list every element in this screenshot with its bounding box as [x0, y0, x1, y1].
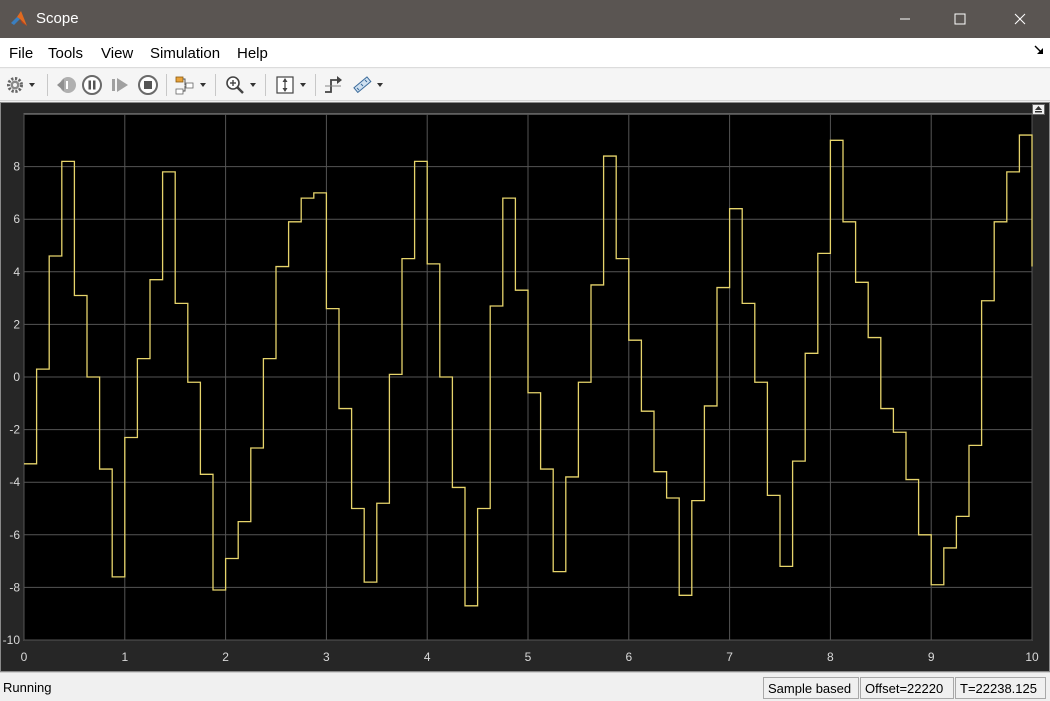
menu-view[interactable]: View [101, 45, 133, 62]
y-tick-label: 4 [13, 265, 20, 279]
highlight-block-button[interactable] [174, 73, 206, 97]
y-tick-label: 6 [13, 212, 20, 226]
menu-help[interactable]: Help [237, 45, 268, 62]
title-bar[interactable]: Scope [0, 0, 1050, 38]
y-tick-label: -8 [9, 580, 20, 594]
pause-button[interactable] [81, 73, 103, 97]
menu-file[interactable]: File [9, 45, 33, 62]
status-bar: Running Sample based Offset=22220 T=2223… [0, 672, 1050, 701]
toolbar-separator [166, 74, 167, 96]
maximize-button[interactable] [935, 0, 985, 38]
zoom-dropdown-icon[interactable] [250, 83, 256, 87]
scale-axes-button[interactable] [274, 73, 306, 97]
pause-icon [82, 75, 102, 95]
toolbar-separator [215, 74, 216, 96]
ruler-icon [353, 76, 372, 94]
simulation-status: Running [3, 680, 52, 695]
measurements-dropdown-icon[interactable] [377, 83, 383, 87]
x-tick-label: 6 [625, 650, 632, 664]
toolbar-separator [265, 74, 266, 96]
minimize-icon [900, 18, 910, 20]
sample-mode-cell: Sample based [763, 677, 859, 699]
close-button[interactable] [995, 0, 1045, 38]
toolbar-separator [47, 74, 48, 96]
step-forward-button[interactable] [109, 73, 131, 97]
triggers-button[interactable] [322, 73, 344, 97]
x-tick-label: 9 [928, 650, 935, 664]
x-tick-label: 1 [121, 650, 128, 664]
matlab-icon [11, 11, 27, 26]
x-tick-label: 3 [323, 650, 330, 664]
scale-axes-icon [276, 76, 294, 94]
settings-dropdown-icon[interactable] [29, 83, 35, 87]
y-tick-label: 2 [13, 317, 20, 331]
time-cell: T=22238.125 [955, 677, 1046, 699]
measurements-button[interactable] [351, 73, 383, 97]
scope-plot[interactable]: 0 1 2 3 4 5 6 7 8 9 10 -10 -8 -6 -4 -2 0 2 4 6 8 [0, 102, 1050, 672]
menu-simulation[interactable]: Simulation [150, 45, 220, 62]
zoom-in-icon [226, 76, 244, 94]
x-tick-label: 4 [424, 650, 431, 664]
window-title: Scope [36, 10, 79, 27]
minimize-button[interactable] [880, 0, 930, 38]
step-back-button[interactable] [55, 73, 77, 97]
x-tick-label: 7 [726, 650, 733, 664]
block-diagram-icon [175, 76, 194, 95]
offset-cell: Offset=22220 [860, 677, 954, 699]
y-tick-label: -4 [9, 475, 20, 489]
undock-arrow-icon[interactable] [1034, 45, 1044, 55]
x-tick-label: 2 [222, 650, 229, 664]
menu-tools[interactable]: Tools [48, 45, 83, 62]
y-tick-label: 0 [13, 370, 20, 384]
step-forward-icon [112, 78, 128, 92]
highlight-block-dropdown-icon[interactable] [200, 83, 206, 87]
y-tick-label: 8 [13, 160, 20, 174]
trigger-icon [325, 76, 342, 93]
close-icon [1014, 13, 1026, 25]
x-tick-label: 5 [525, 650, 532, 664]
toolbar-separator [315, 74, 316, 96]
stop-button[interactable] [137, 73, 159, 97]
stop-icon [138, 75, 158, 95]
settings-button[interactable] [5, 73, 35, 97]
toolbar [0, 69, 1050, 101]
menu-bar: File Tools View Simulation Help [0, 38, 1050, 68]
step-back-icon [57, 77, 76, 93]
y-tick-label: -2 [9, 423, 20, 437]
zoom-button[interactable] [224, 73, 256, 97]
gear-icon [7, 77, 23, 93]
maximize-icon [954, 13, 966, 25]
x-tick-label: 10 [1025, 650, 1039, 664]
scale-axes-dropdown-icon[interactable] [300, 83, 306, 87]
maximize-axes-icon[interactable] [1032, 104, 1045, 115]
x-tick-label: 8 [827, 650, 834, 664]
y-tick-label: -6 [9, 528, 20, 542]
y-tick-label: -10 [3, 633, 21, 647]
x-tick-label: 0 [21, 650, 28, 664]
